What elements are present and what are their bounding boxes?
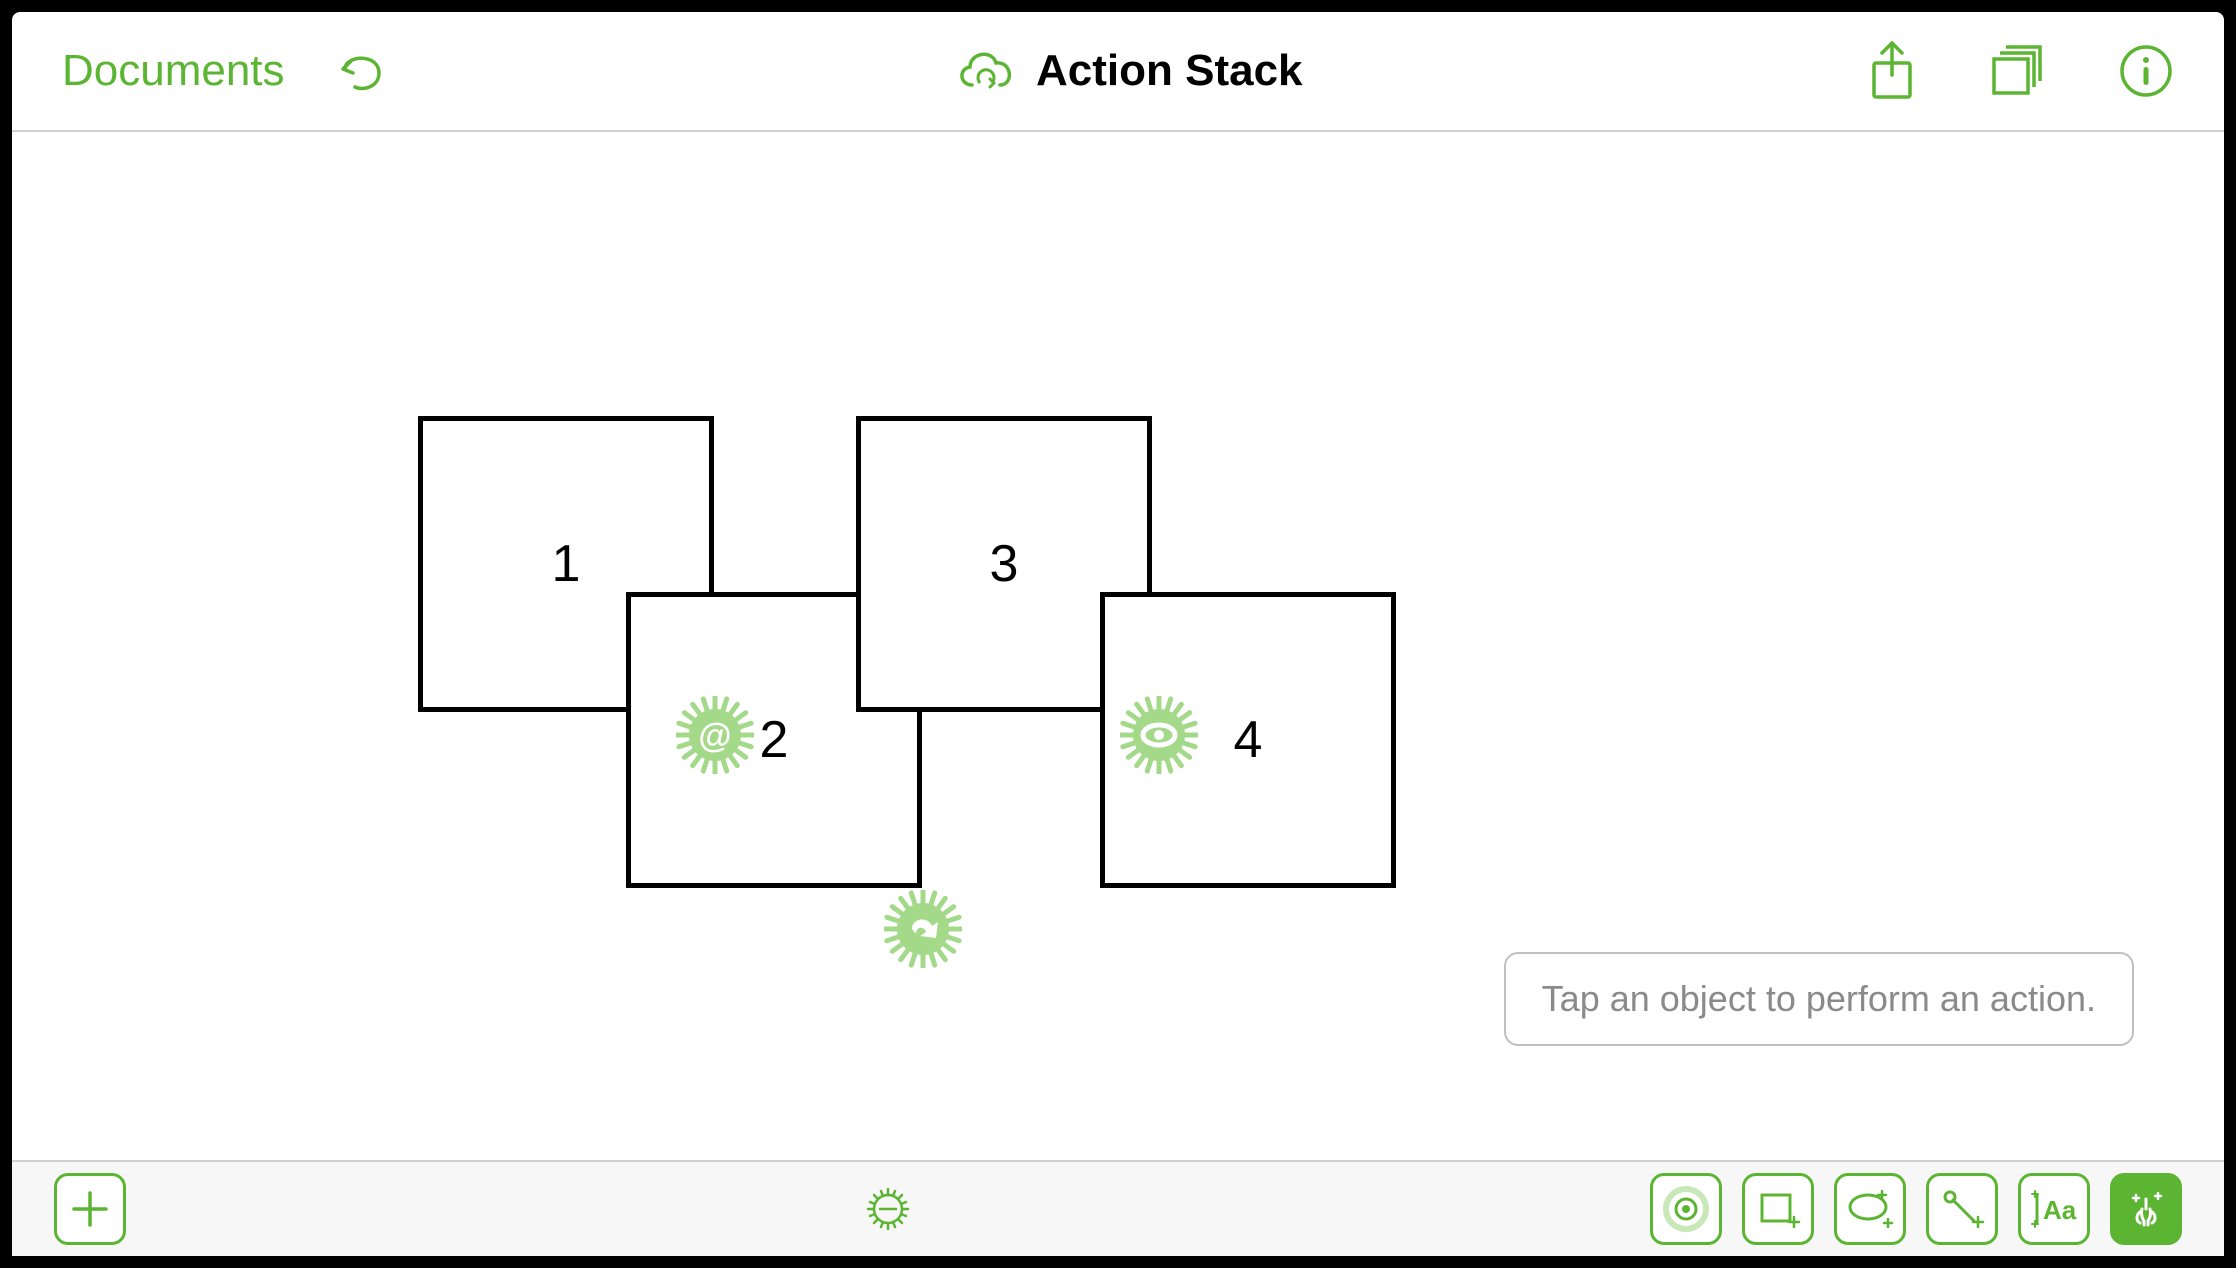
top-toolbar: Documents Action Stack	[12, 12, 2224, 132]
shape-label: 1	[552, 534, 581, 594]
action-badge-eye[interactable]	[1120, 696, 1198, 774]
undo-icon	[333, 43, 389, 99]
target-icon	[1660, 1183, 1712, 1235]
cloud-sync-icon	[952, 43, 1018, 99]
line-tool-button[interactable]	[1926, 1173, 1998, 1245]
app-frame: Documents Action Stack	[12, 12, 2224, 1256]
bottom-toolbar: Aa	[12, 1160, 2224, 1256]
canvases-icon	[1988, 43, 2048, 99]
plus-icon	[68, 1187, 112, 1231]
rectangle-tool-button[interactable]	[1742, 1173, 1814, 1245]
add-button[interactable]	[54, 1173, 126, 1245]
undo-button[interactable]	[333, 43, 389, 99]
shape-label: 2	[760, 710, 789, 770]
share-icon	[1866, 39, 1918, 103]
shape-label: 4	[1234, 710, 1263, 770]
line-tool-icon	[1938, 1185, 1986, 1233]
at-badge-icon: @	[676, 696, 754, 774]
info-button[interactable]	[2118, 43, 2174, 99]
action-badge-arrow[interactable]	[884, 890, 962, 968]
text-tool-button[interactable]: Aa	[2018, 1173, 2090, 1245]
svg-text:Aa: Aa	[2043, 1195, 2077, 1225]
document-title: Action Stack	[1036, 46, 1303, 96]
hint-tooltip: Tap an object to perform an action.	[1504, 952, 2134, 1046]
selection-tool-button[interactable]	[1650, 1173, 1722, 1245]
canvas-area[interactable]: 1 2 3 4 @ Tap an object to perform an actio…	[12, 132, 2224, 1160]
action-badge-at[interactable]: @	[676, 696, 754, 774]
documents-back-button[interactable]: Documents	[62, 46, 285, 96]
hint-text: Tap an object to perform an action.	[1542, 978, 2096, 1019]
share-button[interactable]	[1866, 39, 1918, 103]
svg-text:@: @	[698, 717, 731, 755]
info-icon	[2118, 43, 2174, 99]
gear-icon	[862, 1183, 914, 1235]
shape-label: 3	[990, 534, 1019, 594]
ellipse-tool-button[interactable]	[1834, 1173, 1906, 1245]
rect-tool-icon	[1754, 1185, 1802, 1233]
action-tool-button[interactable]	[2110, 1173, 2182, 1245]
canvases-button[interactable]	[1988, 43, 2048, 99]
eye-badge-icon	[1120, 696, 1198, 774]
text-tool-icon: Aa	[2029, 1185, 2079, 1233]
ellipse-tool-icon	[1844, 1185, 1896, 1233]
canvas-settings-button[interactable]	[862, 1183, 914, 1235]
action-tool-icon	[2122, 1185, 2170, 1233]
arrow-badge-icon	[884, 890, 962, 968]
